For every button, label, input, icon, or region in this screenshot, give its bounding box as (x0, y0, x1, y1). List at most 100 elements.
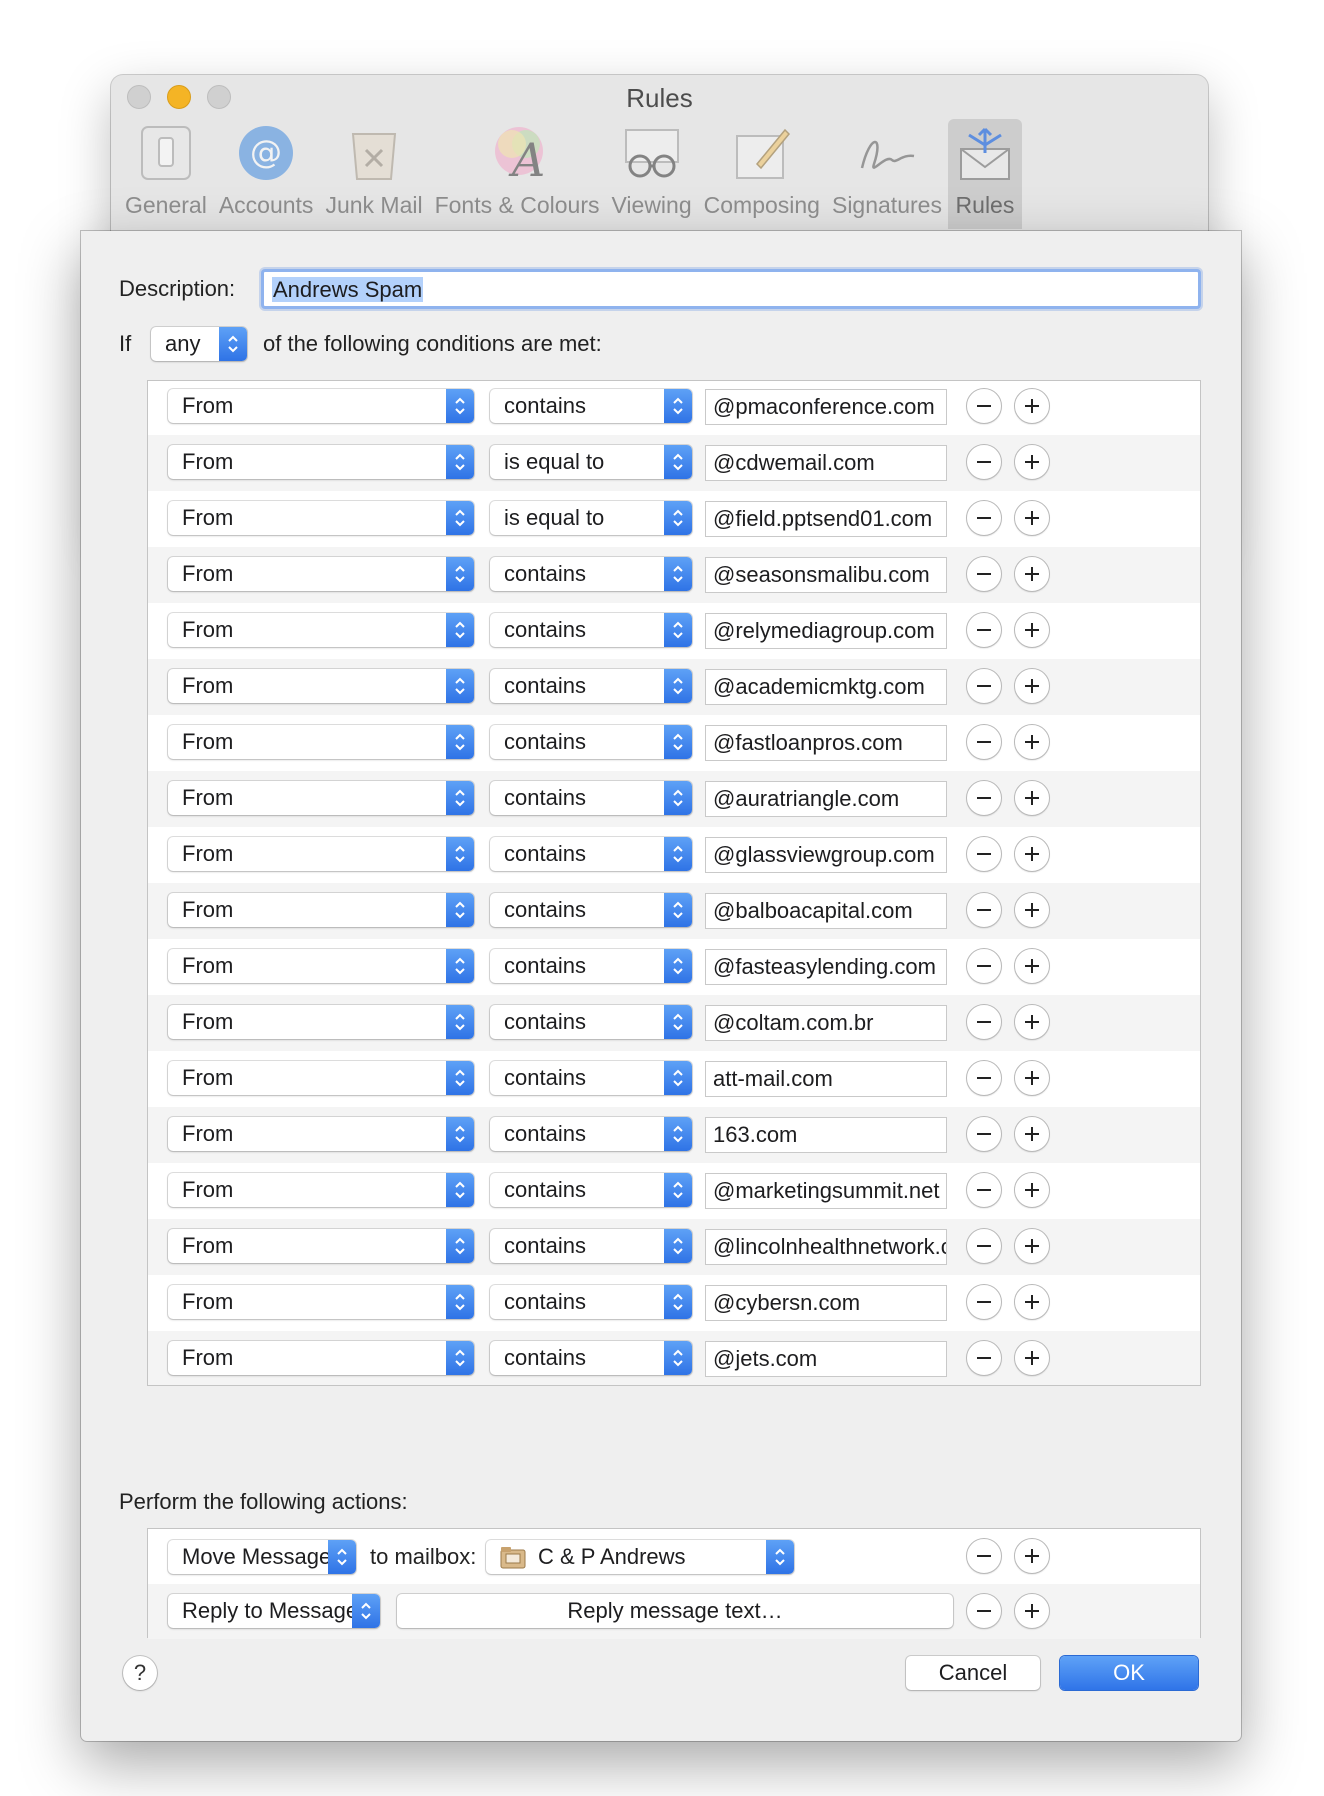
remove-condition-button[interactable] (966, 1004, 1002, 1040)
toolbar-rules[interactable]: Rules (947, 119, 1022, 229)
action-type-popup[interactable]: Reply to Message (168, 1594, 380, 1628)
condition-value-field[interactable]: @glassviewgroup.com (705, 837, 947, 873)
condition-field-popup[interactable]: From (168, 1061, 474, 1095)
remove-condition-button[interactable] (966, 724, 1002, 760)
ok-button[interactable]: OK (1060, 1656, 1198, 1690)
add-condition-button[interactable] (1014, 892, 1050, 928)
condition-field-popup[interactable]: From (168, 557, 474, 591)
condition-operator-popup[interactable]: contains (490, 1173, 692, 1207)
condition-value-field[interactable]: @lincolnhealthnetwork.co (705, 1229, 947, 1265)
add-condition-button[interactable] (1014, 444, 1050, 480)
condition-operator-popup[interactable]: contains (490, 837, 692, 871)
condition-field-popup[interactable]: From (168, 1005, 474, 1039)
description-field[interactable]: Andrews Spam (261, 269, 1201, 309)
remove-condition-button[interactable] (966, 1228, 1002, 1264)
reply-message-text-button[interactable]: Reply message text… (397, 1594, 953, 1628)
add-condition-button[interactable] (1014, 1116, 1050, 1152)
add-condition-button[interactable] (1014, 612, 1050, 648)
condition-operator-popup[interactable]: contains (490, 669, 692, 703)
add-condition-button[interactable] (1014, 668, 1050, 704)
condition-operator-popup[interactable]: contains (490, 613, 692, 647)
condition-value-field[interactable]: 163.com (705, 1117, 947, 1153)
toolbar-accounts[interactable]: @ Accounts (213, 119, 320, 229)
mailbox-popup[interactable]: C & P Andrews (486, 1540, 794, 1574)
condition-operator-popup[interactable]: contains (490, 1061, 692, 1095)
add-condition-button[interactable] (1014, 1228, 1050, 1264)
add-condition-button[interactable] (1014, 556, 1050, 592)
condition-operator-popup[interactable]: is equal to (490, 445, 692, 479)
remove-condition-button[interactable] (966, 836, 1002, 872)
condition-field-popup[interactable]: From (168, 1117, 474, 1151)
condition-field-popup[interactable]: From (168, 669, 474, 703)
condition-field-popup[interactable]: From (168, 781, 474, 815)
condition-field-popup[interactable]: From (168, 1229, 474, 1263)
add-condition-button[interactable] (1014, 1060, 1050, 1096)
add-condition-button[interactable] (1014, 388, 1050, 424)
condition-field-popup[interactable]: From (168, 949, 474, 983)
condition-field-popup[interactable]: From (168, 1285, 474, 1319)
remove-condition-button[interactable] (966, 1340, 1002, 1376)
condition-operator-popup[interactable]: contains (490, 781, 692, 815)
condition-operator-popup[interactable]: is equal to (490, 501, 692, 535)
add-condition-button[interactable] (1014, 836, 1050, 872)
condition-field-popup[interactable]: From (168, 613, 474, 647)
remove-condition-button[interactable] (966, 1284, 1002, 1320)
remove-condition-button[interactable] (966, 892, 1002, 928)
add-action-button[interactable] (1014, 1593, 1050, 1629)
condition-operator-popup[interactable]: contains (490, 557, 692, 591)
condition-value-field[interactable]: @cybersn.com (705, 1285, 947, 1321)
condition-field-popup[interactable]: From (168, 1173, 474, 1207)
toolbar-viewing[interactable]: Viewing (606, 119, 698, 229)
condition-operator-popup[interactable]: contains (490, 949, 692, 983)
condition-operator-popup[interactable]: contains (490, 389, 692, 423)
condition-operator-popup[interactable]: contains (490, 1229, 692, 1263)
condition-value-field[interactable]: @marketingsummit.net (705, 1173, 947, 1209)
remove-condition-button[interactable] (966, 1116, 1002, 1152)
condition-field-popup[interactable]: From (168, 893, 474, 927)
add-condition-button[interactable] (1014, 948, 1050, 984)
condition-operator-popup[interactable]: contains (490, 1005, 692, 1039)
condition-operator-popup[interactable]: contains (490, 1117, 692, 1151)
cancel-button[interactable]: Cancel (906, 1656, 1040, 1690)
remove-condition-button[interactable] (966, 388, 1002, 424)
condition-value-field[interactable]: @auratriangle.com (705, 781, 947, 817)
condition-field-popup[interactable]: From (168, 725, 474, 759)
add-condition-button[interactable] (1014, 500, 1050, 536)
help-button[interactable]: ? (123, 1656, 157, 1690)
add-condition-button[interactable] (1014, 1004, 1050, 1040)
condition-value-field[interactable]: @balboacapital.com (705, 893, 947, 929)
remove-action-button[interactable] (966, 1538, 1002, 1574)
add-action-button[interactable] (1014, 1538, 1050, 1574)
condition-value-field[interactable]: @fasteasylending.com (705, 949, 947, 985)
toolbar-junk-mail[interactable]: Junk Mail (319, 119, 428, 229)
toolbar-signatures[interactable]: Signatures (826, 119, 948, 229)
add-condition-button[interactable] (1014, 780, 1050, 816)
condition-value-field[interactable]: @seasonsmalibu.com (705, 557, 947, 593)
toolbar-composing[interactable]: Composing (698, 119, 826, 229)
add-condition-button[interactable] (1014, 1172, 1050, 1208)
condition-value-field[interactable]: att-mail.com (705, 1061, 947, 1097)
condition-operator-popup[interactable]: contains (490, 893, 692, 927)
add-condition-button[interactable] (1014, 1340, 1050, 1376)
remove-condition-button[interactable] (966, 500, 1002, 536)
condition-value-field[interactable]: @pmaconference.com (705, 389, 947, 425)
condition-value-field[interactable]: @coltam.com.br (705, 1005, 947, 1041)
condition-value-field[interactable]: @jets.com (705, 1341, 947, 1377)
remove-action-button[interactable] (966, 1593, 1002, 1629)
action-type-popup[interactable]: Move Message (168, 1540, 356, 1574)
toolbar-fonts-colours[interactable]: A Fonts & Colours (429, 119, 606, 229)
condition-operator-popup[interactable]: contains (490, 725, 692, 759)
remove-condition-button[interactable] (966, 556, 1002, 592)
remove-condition-button[interactable] (966, 1172, 1002, 1208)
remove-condition-button[interactable] (966, 668, 1002, 704)
remove-condition-button[interactable] (966, 780, 1002, 816)
condition-operator-popup[interactable]: contains (490, 1285, 692, 1319)
condition-value-field[interactable]: @relymediagroup.com (705, 613, 947, 649)
condition-value-field[interactable]: @fastloanpros.com (705, 725, 947, 761)
condition-value-field[interactable]: @academicmktg.com (705, 669, 947, 705)
match-mode-popup[interactable]: any (151, 327, 247, 361)
remove-condition-button[interactable] (966, 612, 1002, 648)
condition-field-popup[interactable]: From (168, 1341, 474, 1375)
condition-value-field[interactable]: @cdwemail.com (705, 445, 947, 481)
condition-operator-popup[interactable]: contains (490, 1341, 692, 1375)
